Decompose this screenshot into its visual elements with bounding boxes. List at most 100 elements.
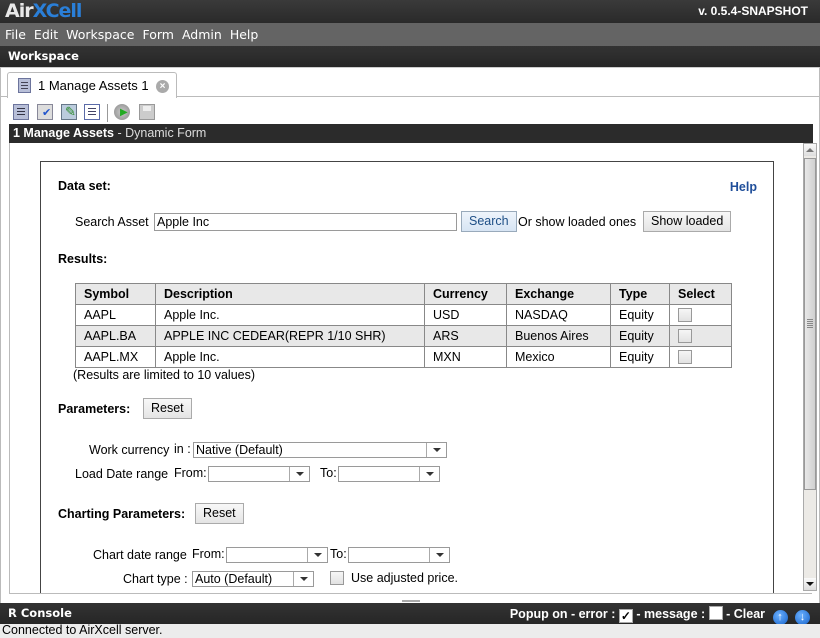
cell-exchange: NASDAQ	[506, 304, 611, 326]
cell-select	[669, 346, 732, 368]
work-currency-select[interactable]: Native (Default)	[193, 442, 447, 458]
results-heading: Results:	[58, 252, 108, 266]
cell-currency: MXN	[424, 346, 507, 368]
menu-form[interactable]: Form	[139, 23, 177, 46]
chart-to-date-select[interactable]	[348, 547, 450, 563]
chevron-down-icon[interactable]	[289, 467, 309, 481]
select-checkbox[interactable]	[678, 329, 692, 344]
popup-error-checkbox[interactable]: ✓	[618, 609, 633, 623]
cell-symbol: AAPL	[75, 304, 156, 326]
save-icon[interactable]	[139, 104, 155, 120]
cell-currency: USD	[424, 304, 507, 326]
chart-type-value: Auto (Default)	[195, 572, 273, 586]
col-exchange: Exchange	[506, 283, 611, 305]
use-adjusted-price-label: Use adjusted price.	[351, 571, 459, 585]
text-icon[interactable]	[84, 104, 100, 120]
chart-from-date-select[interactable]	[226, 547, 328, 563]
vertical-scrollbar[interactable]	[803, 143, 817, 591]
use-adjusted-price-checkbox[interactable]	[330, 571, 344, 585]
chevron-down-icon[interactable]	[419, 467, 439, 481]
col-symbol: Symbol	[75, 283, 156, 305]
title-bar: AirXCell v. 0.5.4-SNAPSHOT	[0, 0, 820, 23]
col-currency: Currency	[424, 283, 507, 305]
load-to-date-select[interactable]	[338, 466, 440, 482]
col-description: Description	[155, 283, 425, 305]
chevron-down-icon[interactable]	[293, 572, 313, 586]
cell-exchange: Mexico	[506, 346, 611, 368]
popup-message-checkbox[interactable]	[708, 606, 723, 620]
menu-file[interactable]: File	[2, 23, 29, 46]
table-row: AAPL.BA APPLE INC CEDEAR(REPR 1/10 SHR) …	[75, 325, 732, 347]
menu-edit[interactable]: Edit	[31, 23, 61, 46]
search-asset-label: Search Asset	[75, 215, 149, 229]
version-label: v. 0.5.4-SNAPSHOT	[698, 4, 808, 18]
dynamic-form: Data set: Help Search Asset Search Or sh…	[40, 161, 774, 593]
scrollbar-thumb[interactable]	[804, 158, 816, 490]
clear-link[interactable]: - Clear	[726, 607, 765, 621]
edit-icon[interactable]	[61, 104, 77, 120]
r-console-title: R Console	[8, 606, 72, 620]
select-checkbox[interactable]	[678, 308, 692, 323]
chart-type-select[interactable]: Auto (Default)	[192, 571, 314, 587]
chevron-down-icon[interactable]	[429, 548, 449, 562]
workspace-title: Workspace	[8, 49, 79, 63]
form-subtitle: - Dynamic Form	[113, 126, 207, 140]
menu-workspace[interactable]: Workspace	[63, 23, 137, 46]
load-from-label: From:	[174, 466, 207, 480]
run-icon[interactable]	[114, 104, 130, 120]
menu-help[interactable]: Help	[227, 23, 262, 46]
cell-description: Apple Inc.	[155, 304, 425, 326]
chevron-down-icon[interactable]	[426, 443, 446, 457]
scroll-down-icon[interactable]	[804, 578, 816, 590]
cell-exchange: Buenos Aires	[506, 325, 611, 347]
results-table: Symbol Description Currency Exchange Typ…	[75, 283, 732, 368]
arrow-up-icon[interactable]: ↑	[772, 610, 788, 625]
load-from-date-select[interactable]	[208, 466, 310, 482]
menu-bar: File Edit Workspace Form Admin Help	[0, 23, 820, 46]
col-select: Select	[669, 283, 732, 305]
form-title: 1 Manage Assets	[13, 126, 114, 140]
workspace-panel: 1 Manage Assets 1 × 1 Manage Assets - Dy…	[0, 67, 820, 603]
results-limit-note: (Results are limited to 10 values)	[73, 368, 256, 382]
validate-icon[interactable]	[37, 104, 53, 120]
charting-parameters-heading: Charting Parameters:	[58, 507, 186, 521]
search-asset-input[interactable]	[154, 213, 457, 231]
in-label: in :	[174, 442, 191, 456]
table-header-row: Symbol Description Currency Exchange Typ…	[75, 283, 732, 305]
table-row: AAPL Apple Inc. USD NASDAQ Equity	[75, 304, 732, 326]
form-title-bar: 1 Manage Assets - Dynamic Form	[9, 124, 813, 143]
close-tab-icon[interactable]: ×	[156, 80, 169, 93]
parameters-reset-button[interactable]: Reset	[143, 398, 192, 419]
chart-from-label: From:	[192, 547, 225, 561]
panel-splitter-handle[interactable]	[402, 600, 420, 602]
work-currency-label: Work currency	[89, 443, 170, 457]
chart-date-range-label: Chart date range	[93, 548, 187, 562]
scroll-up-icon[interactable]	[804, 144, 816, 156]
cell-symbol: AAPL.BA	[75, 325, 156, 347]
list-icon[interactable]	[13, 104, 29, 120]
help-link[interactable]: Help	[730, 180, 757, 194]
tab-manage-assets[interactable]: 1 Manage Assets 1 ×	[7, 72, 177, 98]
load-date-range-label: Load Date range	[75, 467, 169, 481]
show-loaded-button[interactable]: Show loaded	[643, 211, 732, 232]
arrow-down-icon[interactable]: ↓	[795, 610, 810, 625]
menu-admin[interactable]: Admin	[179, 23, 225, 46]
logo-text-air: Air	[5, 0, 34, 22]
charting-reset-button[interactable]: Reset	[195, 503, 244, 524]
form-scroll-area: Data set: Help Search Asset Search Or sh…	[9, 143, 812, 594]
cell-description: APPLE INC CEDEAR(REPR 1/10 SHR)	[155, 325, 425, 347]
chevron-down-icon[interactable]	[307, 548, 327, 562]
dataset-heading: Data set:	[58, 179, 111, 193]
select-checkbox[interactable]	[678, 350, 692, 365]
cell-type: Equity	[610, 346, 670, 368]
popup-on-error-label: Popup on - error :	[509, 607, 616, 621]
search-button[interactable]: Search	[461, 211, 517, 232]
cell-description: Apple Inc.	[155, 346, 425, 368]
col-type: Type	[610, 283, 670, 305]
work-currency-value: Native (Default)	[196, 443, 283, 457]
cell-select	[669, 325, 732, 347]
cell-symbol: AAPL.MX	[75, 346, 156, 368]
cell-type: Equity	[610, 304, 670, 326]
chart-type-label: Chart type :	[123, 572, 188, 586]
cell-currency: ARS	[424, 325, 507, 347]
